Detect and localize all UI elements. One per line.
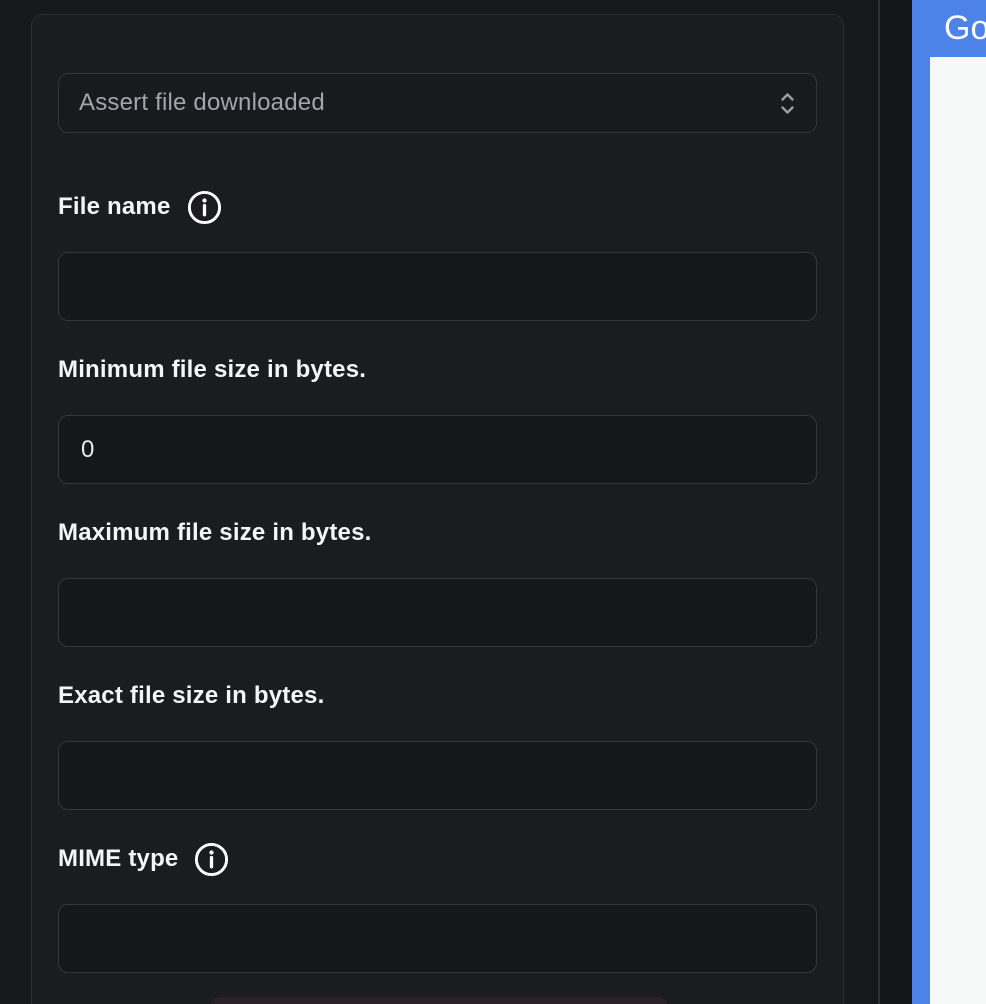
field-exact-file-size-label: Exact file size in bytes. bbox=[58, 682, 325, 709]
preview-screenshot bbox=[930, 57, 986, 1004]
field-mime-type-label-row: MIME type bbox=[58, 840, 817, 878]
field-file-name-label-row: File name bbox=[58, 188, 817, 226]
mime-type-input[interactable] bbox=[58, 904, 817, 973]
field-max-file-size-label-row: Maximum file size in bytes. bbox=[58, 514, 817, 552]
field-file-name: File name bbox=[58, 188, 817, 321]
field-max-file-size-label: Maximum file size in bytes. bbox=[58, 519, 372, 546]
app-window: Assert file downloaded File name Minimum… bbox=[0, 0, 986, 1004]
delete-step-button-partial[interactable] bbox=[210, 997, 668, 1004]
field-min-file-size-label: Minimum file size in bytes. bbox=[58, 356, 367, 383]
field-exact-file-size-label-row: Exact file size in bytes. bbox=[58, 677, 817, 715]
field-max-file-size: Maximum file size in bytes. bbox=[58, 514, 817, 647]
step-preview-card[interactable]: Go bbox=[912, 0, 986, 1004]
info-icon[interactable] bbox=[186, 189, 223, 226]
field-min-file-size-label-row: Minimum file size in bytes. bbox=[58, 351, 817, 389]
max-file-size-input[interactable] bbox=[58, 578, 817, 647]
info-icon[interactable] bbox=[193, 841, 230, 878]
min-file-size-input[interactable] bbox=[58, 415, 817, 484]
action-select-value: Assert file downloaded bbox=[79, 89, 325, 116]
step-editor-panel: Assert file downloaded File name Minimum… bbox=[31, 14, 844, 1004]
field-mime-type: MIME type bbox=[58, 840, 817, 973]
exact-file-size-input[interactable] bbox=[58, 741, 817, 810]
right-gutter bbox=[880, 0, 912, 1004]
field-file-name-label: File name bbox=[58, 193, 171, 220]
action-select[interactable]: Assert file downloaded bbox=[58, 73, 817, 133]
chevron-updown-icon bbox=[779, 90, 796, 117]
field-min-file-size: Minimum file size in bytes. bbox=[58, 351, 817, 484]
pane-resizer[interactable] bbox=[878, 0, 880, 1004]
preview-card-title: Go bbox=[944, 9, 986, 47]
field-mime-type-label: MIME type bbox=[58, 845, 179, 872]
file-name-input[interactable] bbox=[58, 252, 817, 321]
field-exact-file-size: Exact file size in bytes. bbox=[58, 677, 817, 810]
